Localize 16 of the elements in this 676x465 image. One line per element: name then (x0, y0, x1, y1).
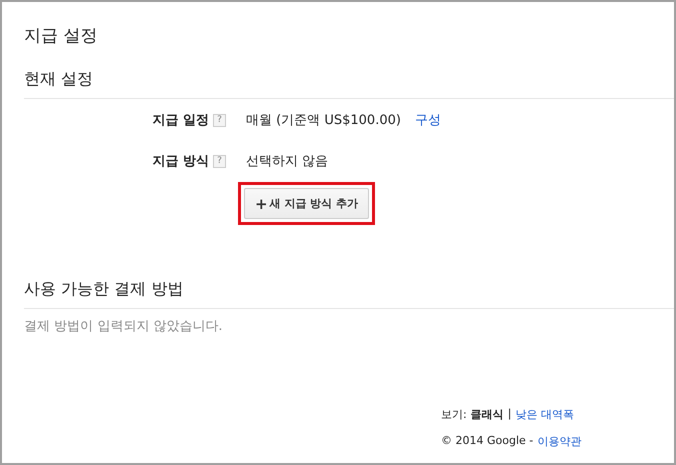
section-heading: 사용 가능한 결제 방법 (24, 279, 674, 309)
section-heading: 현재 설정 (24, 69, 674, 99)
copyright-text: © 2014 Google - (441, 434, 534, 449)
setting-value: 선택하지 않음 (246, 153, 328, 170)
empty-message: 결제 방법이 입력되지 않았습니다. (24, 318, 224, 335)
terms-link[interactable]: 이용약관 (537, 434, 582, 449)
setting-label: 지급 일정 (151, 112, 209, 129)
configure-link[interactable]: 구성 (414, 111, 441, 129)
view-option[interactable]: 클래식 (470, 407, 504, 422)
setting-label: 지급 방식 (151, 153, 209, 170)
view-label: 보기: (441, 407, 467, 422)
add-payment-method-button[interactable]: +새 지급 방식 추가 (244, 188, 370, 219)
setting-value: 매월 (기준액 US$100.00) (246, 112, 401, 129)
view-option[interactable]: 낮은 대역폭 (515, 407, 574, 422)
page-title: 지급 설정 (24, 25, 98, 47)
separator: | (508, 407, 512, 422)
